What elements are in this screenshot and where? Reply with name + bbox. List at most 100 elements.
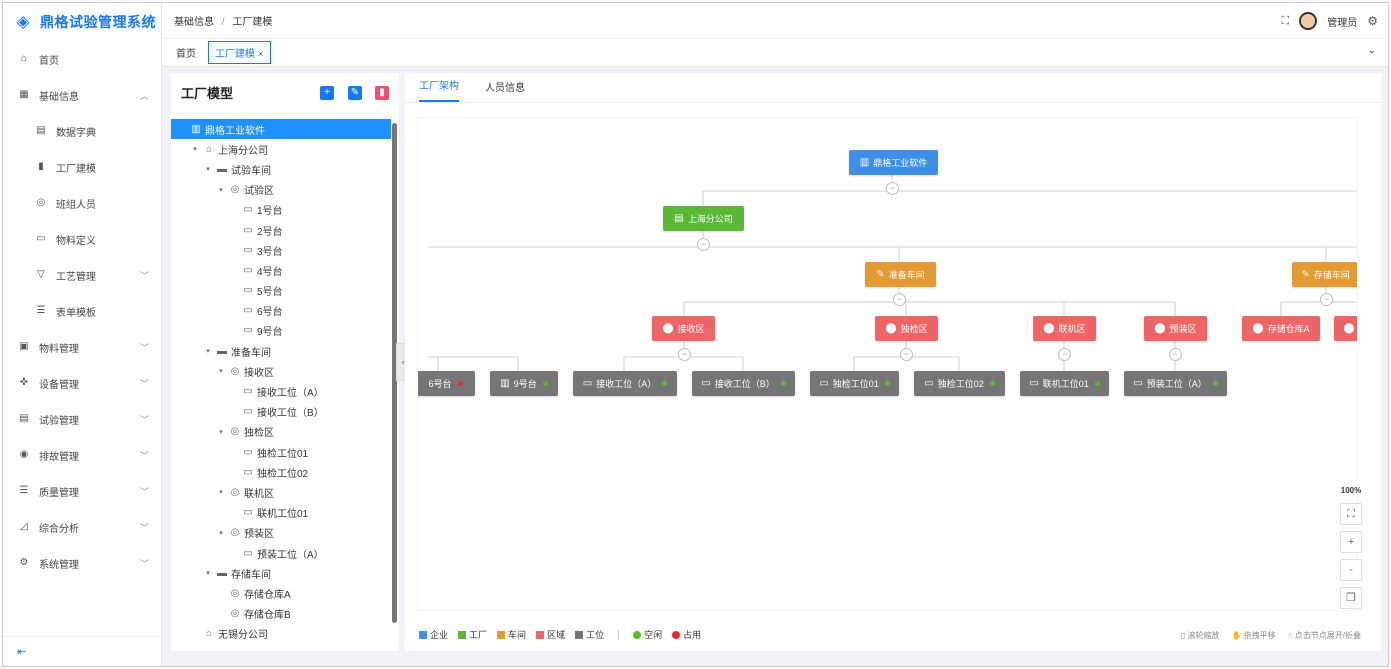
tree-node[interactable]: ▾ ⌂ 上海分公司 bbox=[171, 139, 391, 159]
sidebar-item[interactable]: ☰ 质量管理 ﹀ bbox=[3, 473, 161, 509]
add-button[interactable]: + bbox=[320, 86, 334, 100]
app-logo[interactable]: ◈ 鼎格试验管理系统 bbox=[3, 3, 161, 41]
tree-node[interactable]: ▾ ▬ 准备车间 bbox=[171, 341, 391, 361]
monitor-icon: ▭ bbox=[582, 378, 593, 389]
sidebar-item[interactable]: ⌂ 首页 bbox=[3, 41, 161, 77]
tree-expand-arrow[interactable]: ▾ bbox=[190, 145, 200, 153]
tree-expand-arrow[interactable]: ▾ bbox=[216, 428, 226, 436]
gear-icon[interactable]: ⚙ bbox=[1367, 14, 1378, 28]
tree-expand-arrow[interactable]: ▾ bbox=[203, 569, 213, 577]
tree-node[interactable]: ◎ 存储仓库A bbox=[171, 583, 391, 603]
org-node-area[interactable]: ⬤ 联机区 bbox=[1033, 316, 1096, 341]
tree-expand-arrow[interactable]: ▾ bbox=[216, 529, 226, 537]
tree-expand-arrow[interactable]: ▾ bbox=[216, 488, 226, 496]
org-chart-canvas[interactable]: ▥ 鼎格工业软件 − ▤ 上海分公司 − ✎ 准备车间 − ✎ 存储车间 − ⬤… bbox=[417, 117, 1358, 611]
tree-node[interactable]: ▭ 4号台 bbox=[171, 260, 391, 280]
org-node-factory[interactable]: ▤ 上海分公司 bbox=[663, 206, 744, 231]
sidebar-item[interactable]: ⚙ 系统管理 ﹀ bbox=[3, 545, 161, 581]
collapse-node-button[interactable]: − bbox=[893, 293, 906, 306]
sidebar-item[interactable]: ▭ 物料定义 bbox=[3, 221, 161, 257]
tree-node[interactable]: ▾ ▬ 试验车间 bbox=[171, 159, 391, 179]
tree-expand-arrow[interactable]: ▾ bbox=[216, 186, 226, 194]
org-node-workshop[interactable]: ✎ 准备车间 bbox=[865, 262, 936, 287]
sidebar-item[interactable]: ✜ 设备管理 ﹀ bbox=[3, 365, 161, 401]
user-name[interactable]: 管理员 bbox=[1327, 14, 1357, 29]
tree-node[interactable]: ▭ 接收工位（B） bbox=[171, 402, 391, 422]
tree-node[interactable]: ▭ 预装工位（A） bbox=[171, 543, 391, 563]
tree-node[interactable]: ▭ 9号台 bbox=[171, 321, 391, 341]
tree-node[interactable]: ▭ 接收工位（A） bbox=[171, 381, 391, 401]
sidebar-item[interactable]: ▮ 工厂建模 bbox=[3, 149, 161, 185]
tree-node[interactable]: ▭ 独检工位02 bbox=[171, 462, 391, 482]
collapse-node-button[interactable]: − bbox=[678, 348, 691, 361]
tree-node[interactable]: ▭ 5号台 bbox=[171, 281, 391, 301]
tab-factory-structure[interactable]: 工厂架构 bbox=[419, 77, 459, 102]
org-node-station[interactable]: ▭ 预装工位（A） bbox=[1124, 371, 1227, 396]
collapse-node-button[interactable]: − bbox=[1169, 348, 1182, 361]
tab-factory-modeling[interactable]: 工厂建模 × bbox=[208, 41, 271, 64]
tree-node[interactable]: ▾ ◎ 独检区 bbox=[171, 422, 391, 442]
org-node-station[interactable]: ▭ 接收工位（B） bbox=[692, 371, 795, 396]
avatar[interactable] bbox=[1299, 12, 1318, 30]
tree-node[interactable]: ▾ ▬ 存储车间 bbox=[171, 563, 391, 583]
zoom-out-button[interactable]: - bbox=[1340, 559, 1362, 581]
tree-node[interactable]: ▾ ◎ 联机区 bbox=[171, 482, 391, 502]
tab-home[interactable]: 首页 bbox=[170, 42, 202, 63]
sidebar-item[interactable]: ▤ 试验管理 ﹀ bbox=[3, 401, 161, 437]
tree-expand-arrow[interactable]: ▾ bbox=[203, 347, 213, 355]
org-node-workshop[interactable]: ✎ 存储车间 bbox=[1292, 262, 1357, 287]
fullscreen-icon[interactable]: ⛶ bbox=[1282, 15, 1290, 28]
org-node-area[interactable]: ⬤ 存储仓库A bbox=[1242, 316, 1320, 341]
tree-node[interactable]: ▭ 1号台 bbox=[171, 200, 391, 220]
collapse-node-button[interactable]: − bbox=[697, 238, 710, 251]
tab-personnel-info[interactable]: 人员信息 bbox=[485, 79, 525, 102]
sidebar-item[interactable]: ▤ 数据字典 bbox=[3, 113, 161, 149]
tree-node[interactable]: ▥ 鼎格工业软件 bbox=[171, 119, 391, 140]
tree-node[interactable]: ▾ ◎ 预装区 bbox=[171, 523, 391, 543]
sidebar-item[interactable]: ▣ 物料管理 ﹀ bbox=[3, 329, 161, 365]
org-node-area[interactable]: ⬤ 独检区 bbox=[875, 316, 938, 341]
sidebar-collapse-button[interactable]: ⇤ bbox=[3, 636, 161, 666]
sidebar-item[interactable]: ▽ 工艺管理 ﹀ bbox=[3, 257, 161, 293]
collapse-node-button[interactable]: − bbox=[886, 182, 899, 195]
tree-expand-arrow[interactable]: ▾ bbox=[216, 367, 226, 375]
org-node-area-partial[interactable]: ⬤ bbox=[1334, 316, 1357, 341]
tree-node[interactable]: ▭ 6号台 bbox=[171, 301, 391, 321]
fit-view-button[interactable]: ⛶ bbox=[1340, 503, 1362, 525]
tree-node[interactable]: ▾ ◎ 接收区 bbox=[171, 361, 391, 381]
org-node-station[interactable]: ▭ 独检工位02 bbox=[914, 371, 1005, 396]
sidebar-item[interactable]: ◉ 排故管理 ﹀ bbox=[3, 437, 161, 473]
zoom-in-button[interactable]: + bbox=[1340, 531, 1362, 553]
collapse-node-button[interactable]: − bbox=[900, 348, 913, 361]
tree-expand-arrow[interactable]: ▾ bbox=[203, 165, 213, 173]
chevron-down-icon[interactable]: ⌄ bbox=[1368, 45, 1376, 56]
breadcrumb-item[interactable]: 基础信息 bbox=[174, 17, 214, 28]
sidebar-item[interactable]: ☰ 表单模板 bbox=[3, 293, 161, 329]
sidebar-item[interactable]: ◿ 综合分析 ﹀ bbox=[3, 509, 161, 545]
org-node-station[interactable]: ▥ 9号台 bbox=[490, 371, 558, 396]
org-node-station[interactable]: ▭ 接收工位（A） bbox=[573, 371, 677, 396]
org-node-station[interactable]: ▭ 独检工位01 bbox=[810, 371, 899, 396]
collapse-node-button[interactable]: − bbox=[1320, 293, 1333, 306]
org-node-area[interactable]: ⬤ 预装区 bbox=[1144, 316, 1207, 341]
sidebar-item[interactable]: ▦ 基础信息 ︿ bbox=[3, 77, 161, 113]
tree-node[interactable]: ▭ 3号台 bbox=[171, 240, 391, 260]
org-node-company[interactable]: ▥ 鼎格工业软件 bbox=[849, 150, 938, 175]
tree-node[interactable]: ▭ 2号台 bbox=[171, 220, 391, 240]
org-node-area[interactable]: ⬤ 接收区 bbox=[652, 316, 715, 341]
tree-node[interactable]: ▾ ◎ 试验区 bbox=[171, 180, 391, 200]
org-node-station[interactable]: ▭ 联机工位01 bbox=[1020, 371, 1109, 396]
edit-button[interactable]: ✎ bbox=[348, 86, 362, 100]
tree-node[interactable]: ⌂ 无锡分公司 bbox=[171, 624, 391, 644]
sidebar-item[interactable]: ◎ 班组人员 bbox=[3, 185, 161, 221]
copy-button[interactable]: ❐ bbox=[1340, 587, 1362, 609]
tree-node[interactable]: ▭ 联机工位01 bbox=[171, 503, 391, 523]
zoom-controls: 100% ⛶ + - ❐ bbox=[1339, 486, 1363, 615]
org-node-station[interactable]: 6号台 bbox=[418, 371, 475, 396]
node-label: 准备车间 bbox=[888, 270, 925, 280]
delete-button[interactable]: ▮ bbox=[375, 86, 389, 100]
tree-node[interactable]: ◎ 存储仓库B bbox=[171, 604, 391, 624]
bar-chart-icon: ▮ bbox=[38, 161, 44, 172]
tree-node[interactable]: ▭ 独检工位01 bbox=[171, 442, 391, 462]
collapse-node-button[interactable]: − bbox=[1058, 348, 1071, 361]
